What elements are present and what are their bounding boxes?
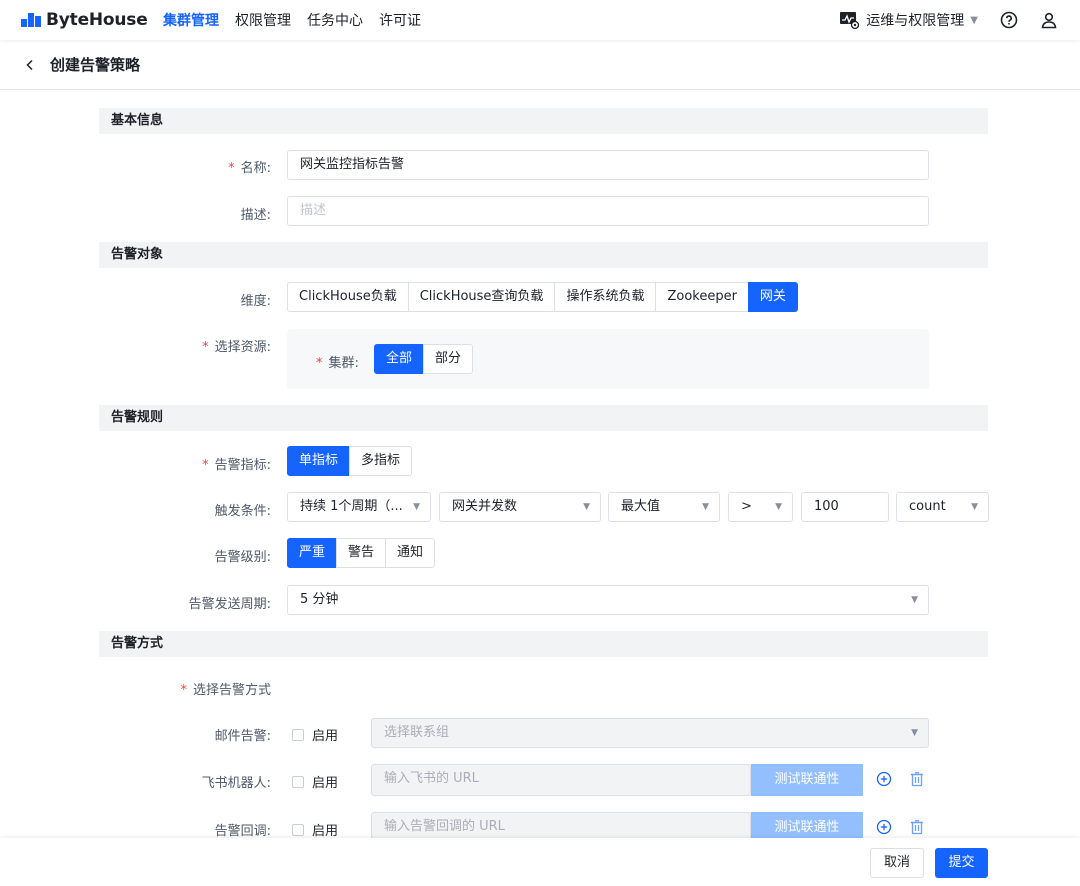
name-label: *名称: xyxy=(99,157,271,176)
metric-label: *告警指标: xyxy=(99,454,271,473)
ops-menu[interactable]: 运维与权限管理 xyxy=(866,10,964,30)
checkbox-icon xyxy=(292,776,304,788)
level-option-notice[interactable]: 通知 xyxy=(385,538,435,568)
metric-option-single[interactable]: 单指标 xyxy=(287,446,350,476)
metric-type-selector: 单指标 多指标 xyxy=(287,446,412,476)
add-circle-icon[interactable] xyxy=(876,771,892,787)
caret-down-icon: ▼ xyxy=(702,493,709,521)
feishu-test-button[interactable]: 测试联通性 xyxy=(751,764,863,796)
nav-item-task-center[interactable]: 任务中心 xyxy=(307,10,363,30)
caret-down-icon: ▼ xyxy=(413,493,420,521)
page-title: 创建告警策略 xyxy=(50,54,140,75)
level-option-critical[interactable]: 严重 xyxy=(287,538,337,568)
logo-text: ByteHouse xyxy=(46,10,148,30)
feishu-enable-checkbox[interactable]: 启用 xyxy=(292,772,338,791)
trash-icon[interactable] xyxy=(909,819,925,835)
footer-bar: 取消 提交 xyxy=(0,838,1080,886)
desc-input[interactable]: 描述 xyxy=(287,196,929,226)
dimension-label: 维度: xyxy=(99,290,271,309)
section-alert-method: 告警方式 xyxy=(99,631,988,657)
trigger-label: 触发条件: xyxy=(99,500,271,519)
checkbox-icon xyxy=(292,729,304,741)
trigger-metric-select[interactable]: 网关并发数▼ xyxy=(439,492,601,522)
caret-down-icon: ▼ xyxy=(775,493,782,521)
feishu-label: 飞书机器人: xyxy=(99,772,271,791)
resource-label: *选择资源: xyxy=(99,336,271,355)
callback-enable-checkbox[interactable]: 启用 xyxy=(292,820,338,839)
cancel-button[interactable]: 取消 xyxy=(870,848,924,878)
trigger-threshold-input[interactable]: 100 xyxy=(801,492,889,522)
trigger-period-select[interactable]: 持续 1个周期（...▼ xyxy=(287,492,431,522)
main-nav: 集群管理 权限管理 任务中心 许可证 xyxy=(163,10,437,30)
trigger-operator-select[interactable]: >▼ xyxy=(728,492,793,522)
logo-icon xyxy=(21,13,41,27)
cluster-option-all[interactable]: 全部 xyxy=(374,344,424,374)
trigger-aggregation-select[interactable]: 最大值▼ xyxy=(608,492,720,522)
level-label: 告警级别: xyxy=(99,546,271,565)
section-alert-rules: 告警规则 xyxy=(99,405,988,431)
cluster-selector: 全部 部分 xyxy=(374,344,473,374)
checkbox-icon xyxy=(292,824,304,836)
back-chevron-icon[interactable] xyxy=(23,58,37,72)
user-icon[interactable] xyxy=(1040,11,1058,29)
callback-label: 告警回调: xyxy=(99,820,271,839)
interval-label: 告警发送周期: xyxy=(99,593,271,612)
nav-item-license[interactable]: 许可证 xyxy=(379,10,421,30)
dimension-clickhouse-load[interactable]: ClickHouse负载 xyxy=(287,282,409,312)
trash-icon[interactable] xyxy=(909,771,925,787)
logo[interactable]: ByteHouse xyxy=(21,10,151,30)
email-contact-group-select[interactable]: 选择联系组▼ xyxy=(371,718,929,748)
feishu-url-input[interactable]: 输入飞书的 URL xyxy=(371,764,751,796)
section-basic-info: 基本信息 xyxy=(99,108,988,134)
section-alert-target: 告警对象 xyxy=(99,242,988,268)
trigger-unit-select[interactable]: count▼ xyxy=(896,492,989,522)
caret-down-icon: ▼ xyxy=(971,493,978,521)
page-header: 创建告警策略 xyxy=(0,40,1080,90)
help-icon[interactable] xyxy=(1000,11,1018,29)
caret-down-icon: ▼ xyxy=(911,719,918,747)
top-nav: ByteHouse 集群管理 权限管理 任务中心 许可证 运维与权限管理 ▼ xyxy=(0,0,1080,40)
caret-down-icon: ▼ xyxy=(583,493,590,521)
cluster-label: *集群: xyxy=(316,352,359,371)
dimension-zookeeper[interactable]: Zookeeper xyxy=(655,282,748,312)
nav-item-cluster[interactable]: 集群管理 xyxy=(163,10,219,30)
cluster-option-partial[interactable]: 部分 xyxy=(423,344,473,374)
caret-down-icon: ▼ xyxy=(911,586,918,614)
desc-label: 描述: xyxy=(99,204,271,223)
dimension-clickhouse-query-load[interactable]: ClickHouse查询负载 xyxy=(408,282,556,312)
caret-down-icon[interactable]: ▼ xyxy=(970,15,978,26)
nav-right: 运维与权限管理 ▼ xyxy=(839,10,1058,30)
dimension-os-load[interactable]: 操作系统负载 xyxy=(554,282,656,312)
select-method-label: *选择告警方式 xyxy=(99,679,271,698)
dimension-gateway[interactable]: 网关 xyxy=(748,282,798,312)
level-option-warning[interactable]: 警告 xyxy=(336,538,386,568)
monitor-icon xyxy=(839,11,859,29)
add-circle-icon[interactable] xyxy=(876,819,892,835)
metric-option-multi[interactable]: 多指标 xyxy=(349,446,412,476)
dimension-selector: ClickHouse负载 ClickHouse查询负载 操作系统负载 Zooke… xyxy=(287,282,798,312)
nav-item-permission[interactable]: 权限管理 xyxy=(235,10,291,30)
email-enable-checkbox[interactable]: 启用 xyxy=(292,725,338,744)
name-input[interactable]: 网关监控指标告警 xyxy=(287,150,929,180)
interval-select[interactable]: 5 分钟▼ xyxy=(287,585,929,615)
level-selector: 严重 警告 通知 xyxy=(287,538,435,568)
submit-button[interactable]: 提交 xyxy=(935,848,988,878)
email-label: 邮件告警: xyxy=(99,725,271,744)
